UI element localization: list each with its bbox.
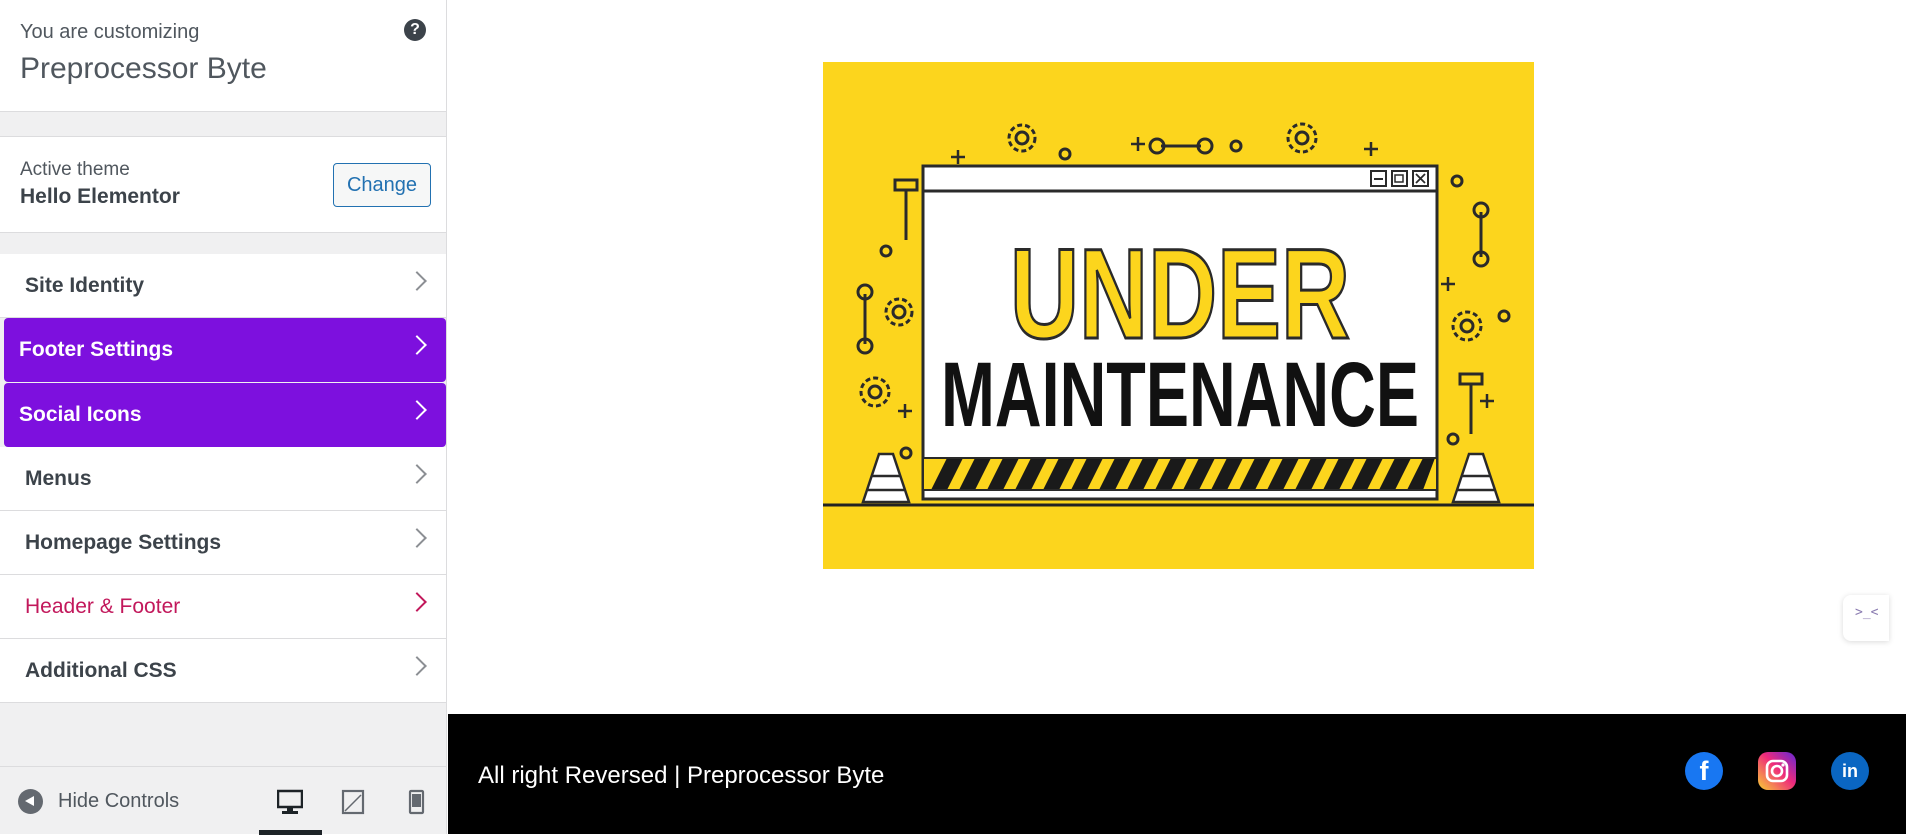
- menu-item-additional-css[interactable]: Additional CSS: [0, 639, 446, 703]
- customizing-label: You are customizing: [20, 21, 200, 43]
- active-theme-name: Hello Elementor: [20, 185, 180, 208]
- customizer-footer: Hide Controls: [0, 766, 448, 835]
- site-preview: UNDER MAINTENANCE >_< All right Reversed…: [448, 0, 1906, 834]
- menu-item-label: Additional CSS: [25, 659, 177, 682]
- change-theme-button[interactable]: Change: [333, 163, 431, 207]
- mobile-icon: [408, 789, 425, 815]
- desktop-icon: [277, 789, 303, 814]
- floating-widget-tab[interactable]: >_<: [1843, 595, 1889, 641]
- menu-item-header-footer[interactable]: Header & Footer: [0, 575, 446, 639]
- linkedin-icon[interactable]: in: [1831, 752, 1869, 790]
- maintenance-illustration: UNDER MAINTENANCE: [823, 122, 1534, 507]
- menu-item-homepage-settings[interactable]: Homepage Settings: [0, 511, 446, 575]
- menu-item-social-icons[interactable]: Social Icons: [4, 383, 446, 447]
- hide-controls-button[interactable]: Hide Controls: [58, 790, 179, 813]
- preview-mobile-button[interactable]: [385, 779, 448, 835]
- site-title: Preprocessor Byte: [20, 52, 267, 85]
- menu-item-label: Header & Footer: [25, 595, 181, 618]
- chevron-right-icon: [407, 400, 427, 420]
- customizer-header: You are customizing Preprocessor Byte ?: [0, 0, 446, 112]
- tablet-icon: [341, 789, 365, 815]
- preview-desktop-button[interactable]: [259, 779, 322, 835]
- menu-item-label: Social Icons: [19, 403, 142, 426]
- menu-item-footer-settings[interactable]: Footer Settings: [4, 318, 446, 382]
- collapse-arrow-icon[interactable]: [18, 789, 43, 814]
- menu-item-label: Footer Settings: [19, 338, 174, 361]
- footer-copyright: All right Reversed | Preprocessor Byte: [478, 762, 885, 789]
- menu-item-label: Site Identity: [25, 274, 145, 297]
- active-theme-panel: Active theme Hello Elementor Change: [0, 136, 446, 233]
- instagram-icon[interactable]: [1758, 752, 1796, 790]
- preview-tablet-button[interactable]: [322, 779, 385, 835]
- menu-item-label: Menus: [25, 467, 92, 490]
- hero-line2: MAINTENANCE: [941, 344, 1419, 446]
- customizer-sidebar: You are customizing Preprocessor Byte ? …: [0, 0, 448, 835]
- chevron-right-icon: [407, 592, 427, 612]
- customizer-menu: Site Identity Footer Settings Social Ico…: [0, 254, 446, 703]
- chevron-right-icon: [407, 335, 427, 355]
- instagram-glyph: [1765, 759, 1789, 783]
- facebook-icon[interactable]: f: [1685, 752, 1723, 790]
- maintenance-image: UNDER MAINTENANCE: [823, 62, 1534, 569]
- chevron-right-icon: [407, 528, 427, 548]
- menu-item-site-identity[interactable]: Site Identity: [0, 254, 446, 318]
- menu-item-menus[interactable]: Menus: [0, 447, 446, 511]
- active-theme-label: Active theme: [20, 159, 130, 180]
- chevron-right-icon: [407, 464, 427, 484]
- help-icon[interactable]: ?: [404, 19, 426, 41]
- widget-tab-icon: >_<: [1855, 605, 1879, 620]
- menu-item-label: Homepage Settings: [25, 531, 222, 554]
- chevron-right-icon: [407, 656, 427, 676]
- site-footer: All right Reversed | Preprocessor Byte f…: [448, 714, 1906, 834]
- chevron-right-icon: [407, 271, 427, 291]
